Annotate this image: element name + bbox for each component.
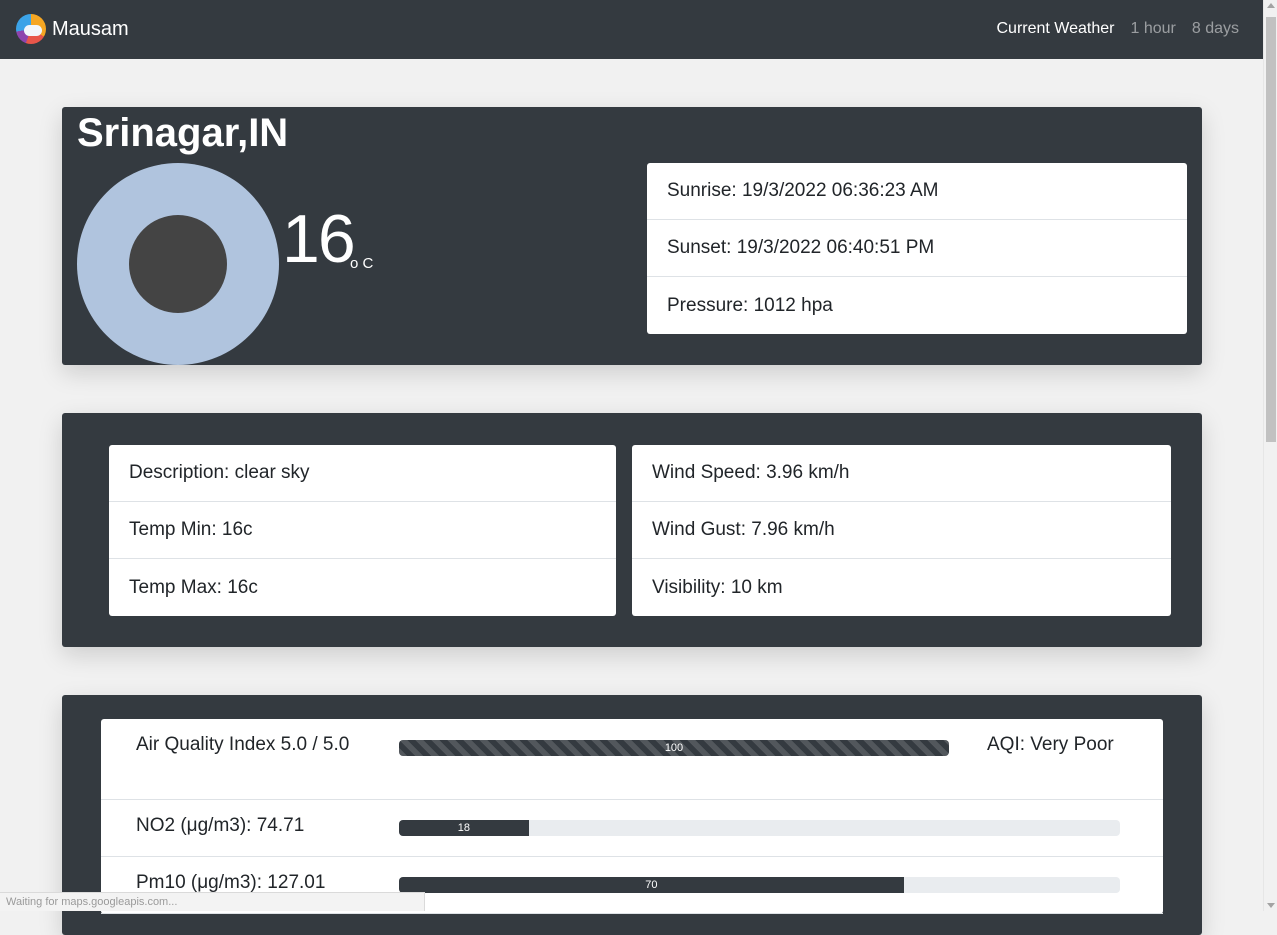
weather-logo-icon xyxy=(16,14,46,44)
pm10-progress: 70 xyxy=(399,877,1120,893)
description-list: Description: clear sky Temp Min: 16c Tem… xyxy=(109,445,616,616)
aqi-progress: 100 xyxy=(399,740,949,756)
nav-current-weather[interactable]: Current Weather xyxy=(997,20,1115,38)
pressure-item: Pressure: 1012 hpa xyxy=(667,294,833,316)
details-card: Description: clear sky Temp Min: 16c Tem… xyxy=(62,413,1202,647)
sunset-item: Sunset: 19/3/2022 06:40:51 PM xyxy=(647,220,1187,277)
city-name: Srinagar,IN xyxy=(77,111,289,155)
temp-max-item: Temp Max: 16c xyxy=(129,576,258,598)
aqi-list: Air Quality Index 5.0 / 5.0 100 AQI: Ver… xyxy=(101,719,1163,914)
aqi-progress-bar: 100 xyxy=(399,740,949,756)
temp-min-item: Temp Min: 16c xyxy=(109,502,616,559)
sun-pressure-list: Sunrise: 19/3/2022 06:36:23 AM Sunset: 1… xyxy=(647,163,1187,334)
no2-progress: 18 xyxy=(399,820,1120,836)
scroll-thumb[interactable] xyxy=(1266,17,1276,442)
visibility-item: Visibility: 10 km xyxy=(652,576,783,598)
browser-status-bar: Waiting for maps.googleapis.com... xyxy=(0,892,425,911)
no2-progress-bar: 18 xyxy=(399,820,529,836)
nav-links: Current Weather 1 hour 8 days xyxy=(997,20,1240,38)
navbar: Mausam Current Weather 1 hour 8 days xyxy=(0,0,1263,59)
brand-name: Mausam xyxy=(52,17,129,40)
description-item: Description: clear sky xyxy=(109,445,616,502)
no2-label: NO2 (μg/m3): 74.71 xyxy=(136,815,305,836)
wind-speed-item: Wind Speed: 3.96 km/h xyxy=(632,445,1171,502)
scroll-down-arrow-icon[interactable] xyxy=(1267,903,1275,908)
pm10-progress-bar: 70 xyxy=(399,877,904,893)
temperature-value: 16 xyxy=(282,201,356,277)
temperature-unit: o C xyxy=(350,255,374,272)
current-weather-card: Srinagar,IN 16 o C Sunrise: 19/3/2022 06… xyxy=(62,107,1202,365)
aqi-status: AQI: Very Poor xyxy=(987,734,1114,755)
aqi-row-no2: NO2 (μg/m3): 74.71 18 xyxy=(101,800,1163,857)
scroll-up-arrow-icon[interactable] xyxy=(1267,3,1275,8)
weather-condition-icon xyxy=(77,163,279,365)
wind-gust-item: Wind Gust: 7.96 km/h xyxy=(632,502,1171,559)
nav-1-hour[interactable]: 1 hour xyxy=(1130,20,1175,38)
brand-link[interactable]: Mausam xyxy=(16,14,129,44)
aqi-label: Air Quality Index 5.0 / 5.0 xyxy=(136,734,350,755)
sunrise-item: Sunrise: 19/3/2022 06:36:23 AM xyxy=(647,163,1187,220)
nav-8-days[interactable]: 8 days xyxy=(1192,20,1239,38)
wind-list: Wind Speed: 3.96 km/h Wind Gust: 7.96 km… xyxy=(632,445,1171,616)
page-scrollbar[interactable] xyxy=(1263,0,1277,911)
aqi-main-item: Air Quality Index 5.0 / 5.0 100 AQI: Ver… xyxy=(101,719,1163,800)
